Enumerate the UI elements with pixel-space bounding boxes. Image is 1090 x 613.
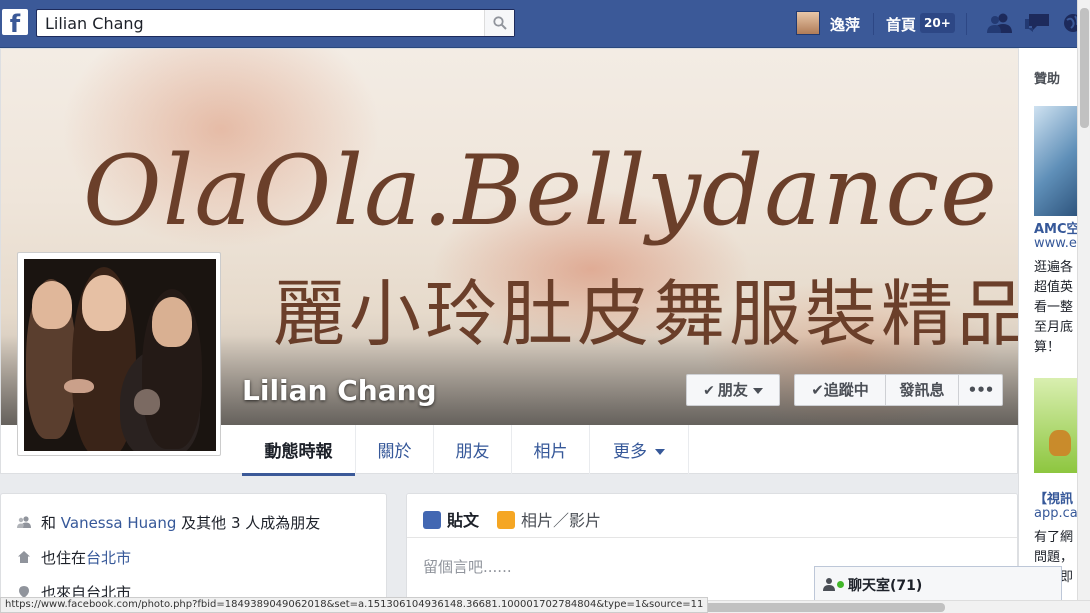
ad-text-line: 至月底 [1034,320,1074,335]
following-button-label: 追蹤中 [823,381,869,399]
photo-video-tab-label: 相片／影片 [521,511,602,530]
tab-photos[interactable]: 相片 [512,425,590,475]
mutual-friends-row: 和 Vanessa Huang 及其他 3 人成為朋友 [17,512,320,533]
cover-title-text: OlaOla.Bellydance [83,135,998,247]
online-status-dot [837,581,844,588]
intro-card: 和 Vanessa Huang 及其他 3 人成為朋友 也住在台北市 也來自台北… [0,493,387,603]
following-button[interactable]: ✔追蹤中 [795,375,885,405]
divider [966,13,967,35]
profile-photo [24,259,216,451]
search-icon [493,16,507,30]
top-bar: f 逸萍 首頁 20+ [0,0,1090,48]
tab-more[interactable]: 更多 [590,425,689,475]
post-tab[interactable]: 貼文 [423,507,479,531]
search-input[interactable] [45,13,485,33]
right-sidebar: 贊助 AMC空 www.e 逛遍各 超值英 看一整 至月底 算！ 【視訊 app… [1018,48,1078,613]
ad-url[interactable]: www.e [1034,236,1077,251]
home-badge: 20+ [920,13,955,33]
profile-name[interactable]: Lilian Chang [242,374,437,407]
ad-title[interactable]: 【視訊 [1034,488,1073,507]
tab-about[interactable]: 關於 [356,425,434,475]
mutual-friends-suffix: 及其他 3 人成為朋友 [176,514,321,532]
sponsored-label: 贊助 [1034,72,1061,87]
status-bar-url: https://www.facebook.com/photo.php?fbid=… [0,597,709,613]
search-box[interactable] [36,9,515,37]
lives-in-link[interactable]: 台北市 [86,549,131,567]
profile-picture[interactable] [17,252,221,456]
post-tab-label: 貼文 [447,511,480,530]
tab-more-label: 更多 [613,442,647,462]
more-options-button[interactable]: ••• [959,375,1002,405]
pencil-icon [423,511,441,529]
home-icon [18,551,30,563]
photo-icon [497,511,515,529]
lives-in-row: 也住在台北市 [17,547,131,568]
friends-icon [17,516,31,528]
friends-button[interactable]: ✔ 朋友 [686,374,780,406]
ad-image[interactable] [1034,378,1078,473]
user-avatar[interactable] [796,11,820,35]
messages-icon[interactable] [1023,12,1051,36]
message-button[interactable]: 發訊息 [886,375,958,405]
ad-url[interactable]: app.ca [1034,506,1078,521]
ad-title[interactable]: AMC空 [1034,218,1078,237]
ad-text-line: 超值英 [1034,280,1074,295]
ad-text-line: 問題， [1034,550,1074,565]
photo-video-tab[interactable]: 相片／影片 [497,507,601,531]
chevron-down-icon [655,449,665,455]
ad-text-line: 看一整 [1034,300,1074,315]
user-name-link[interactable]: 逸萍 [830,14,860,35]
home-link[interactable]: 首頁 [886,14,916,35]
scrollbar-thumb[interactable] [1080,8,1089,128]
mutual-friends-prefix: 和 [41,514,61,532]
chat-bar[interactable]: 聊天室(71) [814,566,1062,600]
check-icon: ✔ [703,383,715,399]
lives-in-prefix: 也住在 [41,549,87,567]
tab-timeline[interactable]: 動態時報 [242,425,356,476]
chevron-down-icon [752,387,763,394]
facebook-logo[interactable]: f [2,9,28,35]
check-icon: ✔ [811,381,824,399]
ad-text-line: 有了網 [1034,530,1074,545]
ad-image[interactable] [1034,106,1078,216]
friend-requests-icon[interactable] [986,12,1014,34]
vertical-scrollbar[interactable] [1077,0,1090,600]
money-bag-icon [1049,430,1071,456]
mutual-friend-link[interactable]: Vanessa Huang [61,514,177,532]
ad-text-line: 算！ [1034,340,1061,355]
composer-header: 貼文 相片／影片 [407,494,1017,538]
friends-button-label: 朋友 [717,381,748,399]
ad-text-line: 逛遍各 [1034,260,1074,275]
search-button[interactable] [484,10,514,36]
divider [873,13,874,35]
tab-friends[interactable]: 朋友 [434,425,512,475]
chat-person-icon [823,578,835,591]
action-button-group: ✔追蹤中 發訊息 ••• [794,374,1003,406]
chat-label: 聊天室(71) [848,578,923,594]
composer-input[interactable]: 留個言吧...... [423,556,512,577]
